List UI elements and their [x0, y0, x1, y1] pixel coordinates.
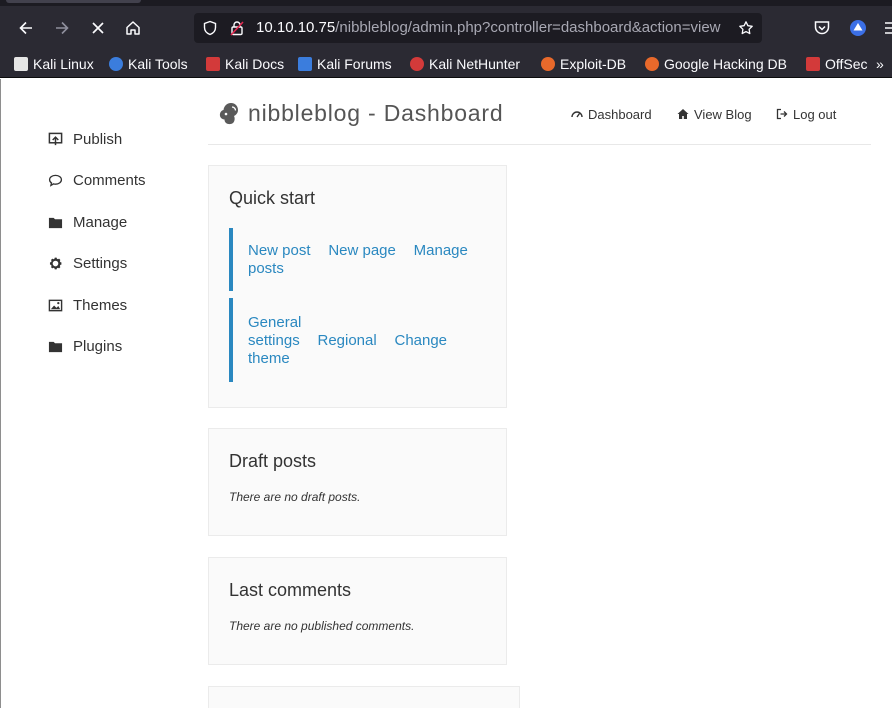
bookmark-label: Kali Forums [317, 56, 392, 72]
last-comments-panel: Last comments There are no published com… [208, 557, 507, 665]
gear-icon [47, 255, 63, 271]
nethunter-icon [410, 57, 424, 71]
header-divider [208, 144, 871, 145]
star-icon [739, 21, 753, 35]
home-icon [126, 21, 140, 35]
stop-button[interactable] [84, 14, 112, 42]
insecure-lock-icon[interactable] [229, 20, 245, 36]
home-button[interactable] [119, 14, 147, 42]
sidebar-item-comments[interactable]: Comments [47, 168, 146, 192]
close-icon [92, 22, 104, 34]
bookmark-kali-forums[interactable]: Kali Forums [298, 54, 392, 74]
kali-tools-icon [109, 57, 123, 71]
sidebar-item-plugins[interactable]: Plugins [47, 334, 122, 358]
offsec-icon [806, 57, 820, 71]
bookmarks-bar: Kali Linux Kali Tools Kali Docs Kali For… [0, 50, 892, 78]
kali-dragon-icon [14, 57, 28, 71]
ghdb-icon [645, 57, 659, 71]
new-post-link[interactable]: New post [248, 242, 311, 259]
hamburger-icon [885, 22, 892, 34]
last-comments-empty-note: There are no published comments. [229, 619, 415, 633]
sidebar-item-label: Settings [73, 254, 128, 272]
home-icon [677, 109, 689, 119]
nav-label: Log out [793, 106, 837, 122]
bookmark-label: OffSec [825, 56, 868, 72]
sidebar-item-label: Plugins [73, 337, 123, 355]
draft-posts-empty-note: There are no draft posts. [229, 490, 361, 504]
bookmark-label: Exploit-DB [560, 56, 627, 72]
quick-start-settings-group: General settings Regional Change theme [229, 298, 489, 382]
bookmark-star-button[interactable] [734, 16, 758, 40]
nav-log-out[interactable]: Log out [776, 105, 836, 123]
sidebar-item-label: Comments [73, 171, 146, 189]
account-icon [850, 20, 866, 36]
logout-icon [776, 108, 788, 120]
page-viewport: Publish Comments Manage Settings Themes … [0, 79, 892, 708]
forward-button[interactable] [48, 14, 76, 42]
bookmark-exploit-db[interactable]: Exploit-DB [541, 54, 626, 74]
bookmark-kali-tools[interactable]: Kali Tools [109, 54, 188, 74]
arrow-right-icon [56, 21, 69, 35]
folder-icon [47, 338, 63, 354]
bookmark-label: Google Hacking DB [664, 56, 787, 72]
new-page-link[interactable]: New page [328, 242, 396, 259]
folder-icon [47, 214, 63, 230]
url-path: /nibbleblog/admin.php?controller=dashboa… [335, 19, 721, 36]
account-button[interactable] [848, 18, 868, 38]
kali-forums-icon [298, 57, 312, 71]
bookmarks-overflow-button[interactable]: » [876, 54, 884, 74]
quick-start-posts-group: New post New page Manage posts [229, 228, 489, 291]
browser-toolbar: 10.10.10.75/nibbleblog/admin.php?control… [0, 6, 892, 50]
page-title: nibbleblog - Dashboard [248, 99, 504, 126]
kali-docs-icon [206, 57, 220, 71]
arrow-left-icon [19, 21, 32, 35]
sidebar-item-manage[interactable]: Manage [47, 210, 127, 234]
sidebar-item-label: Manage [73, 213, 128, 231]
publish-icon [47, 131, 63, 147]
brand: nibbleblog - Dashboard [217, 98, 503, 128]
exploit-db-icon [541, 57, 555, 71]
bookmark-label: Kali NetHunter [429, 56, 521, 72]
sidebar-item-label: Publish [73, 130, 123, 148]
address-bar[interactable]: 10.10.10.75/nibbleblog/admin.php?control… [194, 13, 762, 43]
sidebar-item-settings[interactable]: Settings [47, 251, 127, 275]
nav-label: View Blog [694, 106, 752, 122]
quick-start-panel: Quick start New post New page Manage pos… [208, 165, 507, 408]
bookmark-label: Kali Tools [128, 56, 188, 72]
nav-label: Dashboard [588, 106, 652, 122]
menu-button[interactable] [882, 18, 892, 38]
bookmark-kali-linux[interactable]: Kali Linux [14, 54, 94, 74]
url-host: 10.10.10.75 [256, 19, 336, 36]
image-icon [47, 297, 63, 313]
quick-start-title: Quick start [229, 188, 316, 208]
gauge-icon [571, 111, 583, 118]
sidebar-item-publish[interactable]: Publish [47, 127, 122, 151]
bookmark-label: Kali Linux [33, 56, 94, 72]
back-button[interactable] [12, 14, 40, 42]
sidebar-item-label: Themes [73, 296, 128, 314]
shield-icon[interactable] [202, 20, 218, 36]
bookmark-google-hacking-db[interactable]: Google Hacking DB [645, 54, 787, 74]
bookmark-offsec[interactable]: OffSec [806, 54, 868, 74]
bookmark-kali-docs[interactable]: Kali Docs [206, 54, 284, 74]
last-comments-title: Last comments [229, 580, 352, 600]
nibbleblog-squirrel-icon [219, 103, 238, 125]
pocket-icon [814, 21, 830, 35]
comment-icon [47, 172, 63, 188]
active-tab[interactable] [6, 0, 141, 3]
regional-settings-link[interactable]: Regional [317, 332, 376, 349]
nav-view-blog[interactable]: View Blog [677, 105, 752, 123]
draft-posts-title: Draft posts [229, 451, 317, 471]
pocket-button[interactable] [812, 18, 832, 38]
general-settings-link[interactable]: General settings [248, 314, 301, 349]
bookmark-kali-nethunter[interactable]: Kali NetHunter [410, 54, 520, 74]
url-text[interactable]: 10.10.10.75/nibbleblog/admin.php?control… [256, 19, 721, 36]
nav-dashboard[interactable]: Dashboard [571, 105, 652, 123]
draft-posts-panel: Draft posts There are no draft posts. [208, 428, 507, 536]
bookmark-label: Kali Docs [225, 56, 285, 72]
sidebar-item-themes[interactable]: Themes [47, 293, 127, 317]
next-panel [208, 686, 520, 708]
